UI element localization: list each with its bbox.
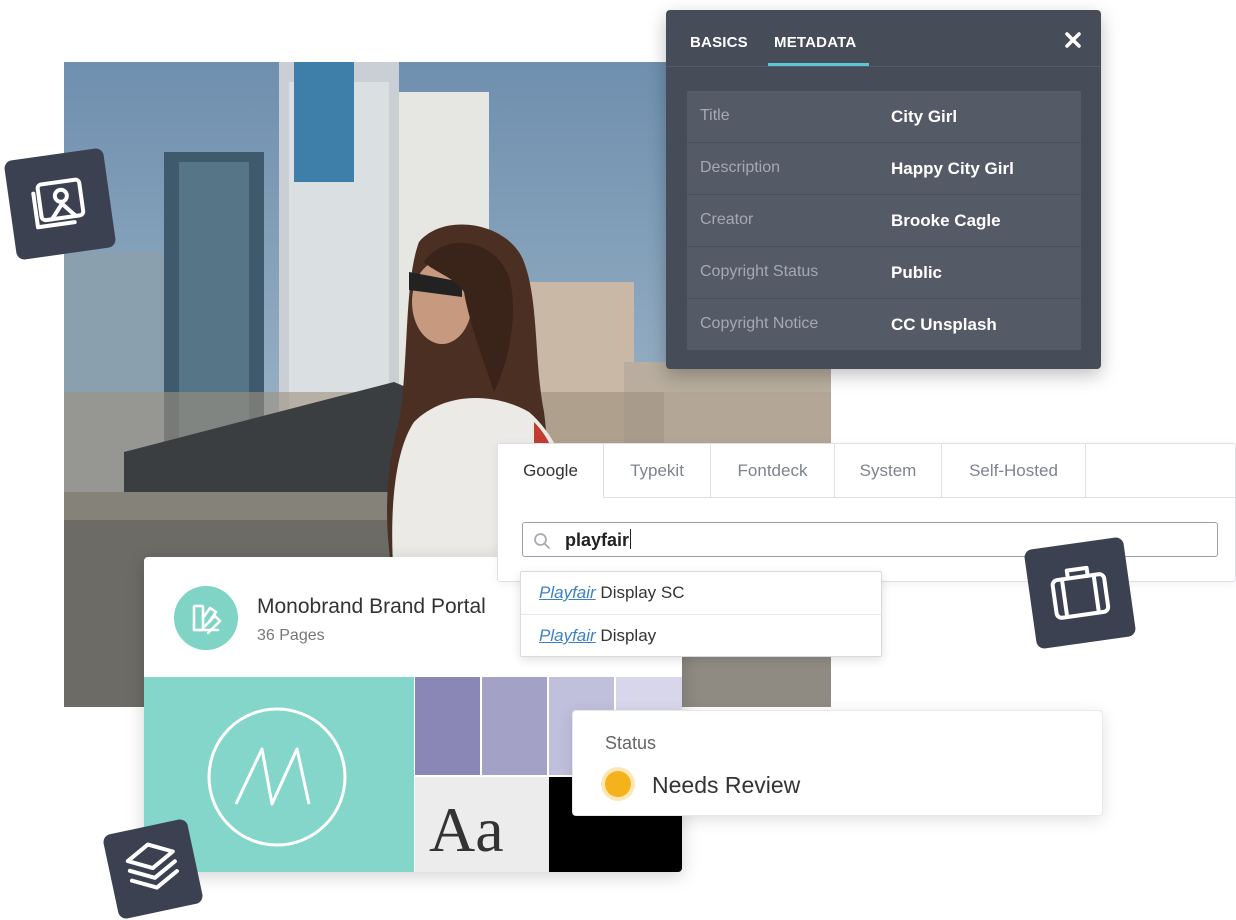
metadata-key: Description bbox=[700, 159, 781, 176]
font-suggestions: Playfair Display SC Playfair Display bbox=[520, 571, 882, 657]
font-suggestion[interactable]: Playfair Display SC bbox=[521, 572, 881, 615]
suggestion-rest: Display bbox=[595, 626, 657, 645]
status-label: Status bbox=[605, 733, 657, 753]
brand-portal-page-count: 36 Pages bbox=[257, 627, 325, 644]
suitcase-icon bbox=[1023, 536, 1137, 650]
color-swatch bbox=[482, 677, 547, 775]
metadata-key: Title bbox=[700, 107, 730, 124]
search-icon bbox=[533, 532, 551, 550]
metadata-table: Title City Girl Description Happy City G… bbox=[687, 91, 1081, 350]
metadata-key: Creator bbox=[700, 211, 754, 228]
layers-icon bbox=[101, 817, 205, 920]
suggestion-match: Playfair bbox=[539, 583, 596, 602]
metadata-tabs: BASICS METADATA bbox=[666, 10, 1101, 67]
tab-typekit[interactable]: Typekit bbox=[604, 444, 711, 497]
tab-google[interactable]: Google bbox=[498, 444, 604, 498]
suggestion-match: Playfair bbox=[539, 626, 596, 645]
metadata-row-copyright-status: Copyright Status Public bbox=[687, 247, 1081, 299]
tab-self-hosted[interactable]: Self-Hosted bbox=[942, 444, 1086, 497]
metadata-value[interactable]: CC Unsplash bbox=[891, 315, 997, 335]
metadata-key: Copyright Status bbox=[700, 263, 819, 280]
metadata-row-description: Description Happy City Girl bbox=[687, 143, 1081, 195]
tab-metadata[interactable]: METADATA bbox=[774, 34, 856, 51]
tab-system[interactable]: System bbox=[835, 444, 942, 497]
metadata-row-creator: Creator Brooke Cagle bbox=[687, 195, 1081, 247]
status-indicator bbox=[605, 771, 631, 797]
swatch-fan-icon bbox=[174, 586, 238, 650]
typography-sample: Aa bbox=[429, 794, 504, 865]
typography-tile: Aa bbox=[415, 777, 549, 872]
active-tab-indicator bbox=[768, 63, 869, 66]
font-suggestion[interactable]: Playfair Display bbox=[521, 615, 881, 657]
images-icon bbox=[3, 147, 117, 261]
metadata-value[interactable]: City Girl bbox=[891, 107, 957, 127]
metadata-row-title: Title City Girl bbox=[687, 91, 1081, 143]
status-card[interactable]: Status Needs Review bbox=[572, 710, 1103, 816]
status-value[interactable]: Needs Review bbox=[652, 772, 800, 799]
search-query: playfair bbox=[565, 530, 630, 550]
metadata-value[interactable]: Public bbox=[891, 263, 942, 283]
color-swatch bbox=[415, 677, 480, 775]
metadata-key: Copyright Notice bbox=[700, 315, 819, 332]
suggestion-rest: Display SC bbox=[595, 583, 685, 602]
close-icon[interactable] bbox=[1063, 30, 1083, 50]
font-source-tabs: Google Typekit Fontdeck System Self-Host… bbox=[498, 444, 1235, 498]
metadata-panel: BASICS METADATA Title City Girl Descript… bbox=[666, 10, 1101, 369]
tab-fontdeck[interactable]: Fontdeck bbox=[711, 444, 835, 497]
metadata-value[interactable]: Brooke Cagle bbox=[891, 211, 1001, 231]
brand-portal-title[interactable]: Monobrand Brand Portal bbox=[257, 595, 486, 619]
text-caret bbox=[630, 529, 632, 549]
metadata-value[interactable]: Happy City Girl bbox=[891, 159, 1014, 179]
font-search-value[interactable]: playfair bbox=[565, 529, 632, 551]
tab-basics[interactable]: BASICS bbox=[690, 34, 748, 51]
metadata-row-copyright-notice: Copyright Notice CC Unsplash bbox=[687, 299, 1081, 350]
